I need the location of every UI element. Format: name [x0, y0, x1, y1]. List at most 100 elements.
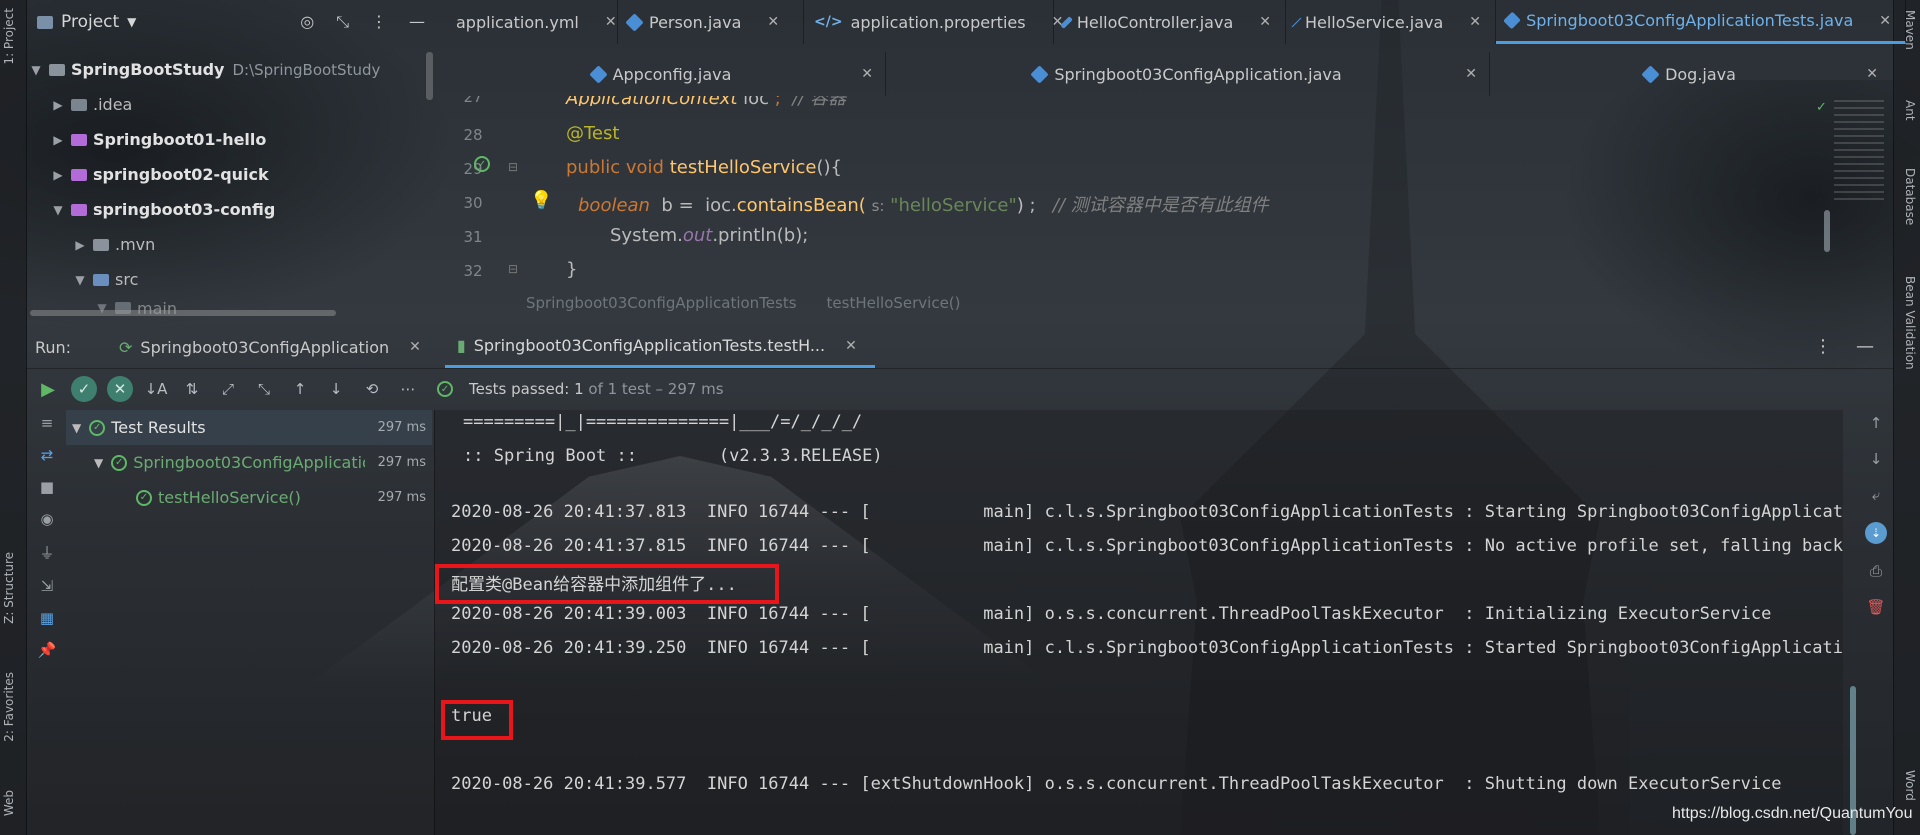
close-icon[interactable]: ✕ — [1259, 14, 1271, 30]
test-class-item[interactable]: ▼ ✓ Springboot03ConfigApplicationTests 2… — [66, 445, 432, 480]
show-passed-icon[interactable]: ✓ — [71, 376, 97, 402]
tab-application-properties[interactable]: </> application.properties ✕ — [804, 0, 1063, 44]
line-number: 31 — [463, 228, 483, 246]
fold-end-icon[interactable]: ⊟ — [508, 262, 518, 276]
close-icon[interactable]: ✕ — [845, 338, 857, 354]
chevron-right-icon[interactable]: ▶ — [49, 98, 67, 112]
clear-all-icon[interactable]: 🗑 — [1866, 598, 1885, 616]
pin-icon[interactable]: 📌 — [38, 641, 57, 659]
chevron-right-icon[interactable]: ▶ — [49, 168, 67, 182]
hide-panel-icon[interactable]: — — [409, 12, 425, 32]
tests-status: Tests passed: 1 of 1 test – 297 ms — [469, 380, 724, 398]
tab-hellocontroller-java[interactable]: HelloController.java ✕ — [1054, 0, 1286, 44]
tab-dog-java[interactable]: Dog.java ✕ — [1490, 52, 1890, 96]
editor-scrollbar[interactable] — [1824, 210, 1830, 252]
tab-springboot03configapplication-java[interactable]: Springboot03ConfigApplication.java ✕ — [886, 52, 1490, 96]
close-icon[interactable]: ✕ — [1465, 66, 1477, 82]
console-output[interactable]: =========|_|==============|___/=/_/_/_/ … — [434, 410, 1843, 835]
project-view-selector[interactable]: Project ▼ — [37, 12, 136, 32]
run-tab-springboot03configapplication[interactable]: ⟳ Springboot03ConfigApplication ✕ — [107, 326, 439, 368]
project-panel-title: Project — [61, 12, 120, 32]
word-tool-window-button[interactable]: Word — [1903, 770, 1917, 801]
history-icon[interactable]: ⟲ — [359, 376, 385, 402]
folder-icon — [71, 98, 87, 111]
more-options-icon[interactable]: ⋮ — [1814, 336, 1832, 357]
stop-icon[interactable]: ■ — [40, 478, 54, 496]
chevron-down-icon[interactable]: ▼ — [72, 421, 81, 435]
project-tree-scrollbar[interactable] — [426, 52, 433, 100]
run-tab-tests[interactable]: ▮ Springboot03ConfigApplicationTests.tes… — [444, 326, 875, 368]
more-actions-icon[interactable]: ⋯ — [395, 376, 421, 402]
chevron-down-icon[interactable]: ▼ — [49, 203, 67, 217]
tree-item-springboot03-config[interactable]: ▼ springboot03-config — [27, 192, 427, 227]
close-icon[interactable]: ✕ — [767, 14, 779, 30]
hide-panel-icon[interactable]: — — [1856, 336, 1874, 357]
tree-item-springboot01-hello[interactable]: ▶ Springboot01-hello — [27, 122, 427, 157]
tab-springboot03configapplicationtests-java[interactable]: Springboot03ConfigApplicationTests.java … — [1496, 0, 1906, 44]
locate-target-icon[interactable]: ◎ — [300, 12, 314, 32]
close-icon[interactable]: ✕ — [409, 339, 421, 355]
test-results-root[interactable]: ▼ ✓ Test Results 297 ms — [66, 410, 432, 445]
chevron-right-icon[interactable]: ▶ — [71, 238, 89, 252]
plug-icon[interactable]: ⏚ — [39, 542, 54, 563]
project-tool-window-button[interactable]: 1: Project — [2, 8, 16, 65]
more-options-icon[interactable]: ⋮ — [371, 12, 387, 32]
tab-helloservice-java[interactable]: HelloService.java ✕ — [1286, 0, 1496, 44]
chevron-down-icon[interactable]: ▼ — [27, 63, 45, 77]
sort-by-duration-icon[interactable]: ⇅ — [179, 376, 205, 402]
module-folder-icon — [71, 203, 87, 216]
tab-application-yml[interactable]: application.yml ✕ — [438, 0, 618, 44]
chevron-down-icon[interactable]: ▼ — [71, 273, 89, 287]
collapse-all-icon[interactable]: ⤡ — [336, 12, 349, 32]
code-line-32: } — [566, 259, 578, 280]
next-failed-icon[interactable]: ↓ — [323, 376, 349, 402]
breadcrumb-class[interactable]: Springboot03ConfigApplicationTests — [526, 294, 797, 312]
expand-all-icon[interactable]: ⤢ — [215, 376, 241, 402]
tab-appconfig-java[interactable]: Appconfig.java ✕ — [438, 52, 886, 96]
chevron-down-icon[interactable]: ▼ — [94, 456, 103, 470]
favorites-tool-window-button[interactable]: 2: Favorites — [2, 672, 16, 742]
inspection-ok-icon[interactable]: ✓ — [1816, 100, 1827, 115]
previous-failed-icon[interactable]: ↑ — [287, 376, 313, 402]
tree-item-springbootstudy[interactable]: ▼ SpringBootStudy D:\SpringBootStudy — [27, 52, 427, 87]
show-ignored-icon[interactable]: ✕ — [107, 376, 133, 402]
breadcrumb-method[interactable]: testHelloService() — [827, 294, 961, 312]
tree-item-mvn[interactable]: ▶ .mvn — [27, 227, 427, 262]
web-tool-window-button[interactable]: Web — [2, 790, 16, 816]
fold-icon[interactable]: ⊟ — [508, 160, 518, 174]
close-icon[interactable]: ✕ — [1469, 14, 1481, 30]
run-test-icon[interactable]: ✓ — [474, 156, 490, 172]
layout-icon[interactable]: ▦ — [40, 609, 54, 627]
tree-item-idea[interactable]: ▶ .idea — [27, 87, 427, 122]
exit-icon[interactable]: ⇲ — [41, 577, 54, 595]
scroll-up-icon[interactable]: ↑ — [1870, 414, 1883, 432]
test-method-item[interactable]: ✓ testHelloService() 297 ms — [66, 480, 432, 515]
chevron-right-icon[interactable]: ▶ — [49, 133, 67, 147]
tree-item-src[interactable]: ▼ src — [27, 262, 427, 297]
rerun-icon[interactable]: ▶ — [35, 376, 61, 402]
screenshot-icon[interactable]: ◉ — [40, 510, 53, 528]
close-icon[interactable]: ✕ — [861, 66, 873, 82]
tree-item-label: src — [115, 270, 139, 289]
close-icon[interactable]: ✕ — [605, 14, 617, 30]
structure-tool-window-button[interactable]: Z: Structure — [2, 552, 16, 624]
scroll-to-end-icon[interactable]: ⇣ — [1865, 522, 1887, 544]
tab-person-java[interactable]: Person.java ✕ — [618, 0, 804, 44]
ant-tool-window-button[interactable]: Ant — [1903, 100, 1917, 121]
bean-validation-tool-window-button[interactable]: Bean Validation — [1903, 276, 1917, 370]
soft-wrap-icon[interactable]: ⤶ — [1872, 486, 1880, 504]
print-icon[interactable]: ⎙ — [1870, 562, 1882, 580]
close-icon[interactable]: ✕ — [1866, 66, 1878, 82]
tree-item-springboot02-quick[interactable]: ▶ springboot02-quick — [27, 157, 427, 192]
close-icon[interactable]: ✕ — [1879, 13, 1891, 29]
sort-alphabetically-icon[interactable]: ↓A — [143, 376, 169, 402]
toggle-auto-test-icon[interactable]: ⇄ — [41, 446, 54, 464]
lightbulb-icon[interactable]: 💡 — [530, 190, 552, 211]
scroll-down-icon[interactable]: ↓ — [1870, 450, 1883, 468]
database-tool-window-button[interactable]: Database — [1903, 168, 1917, 225]
code-minimap[interactable] — [1834, 100, 1884, 200]
collapse-all-icon[interactable]: ⤡ — [251, 376, 277, 402]
project-tree-horizontal-scrollbar[interactable] — [30, 310, 336, 316]
soft-wrap-icon[interactable]: ≡ — [41, 414, 54, 432]
test-results-tree: ▼ ✓ Test Results 297 ms ▼ ✓ Springboot03… — [66, 410, 432, 515]
